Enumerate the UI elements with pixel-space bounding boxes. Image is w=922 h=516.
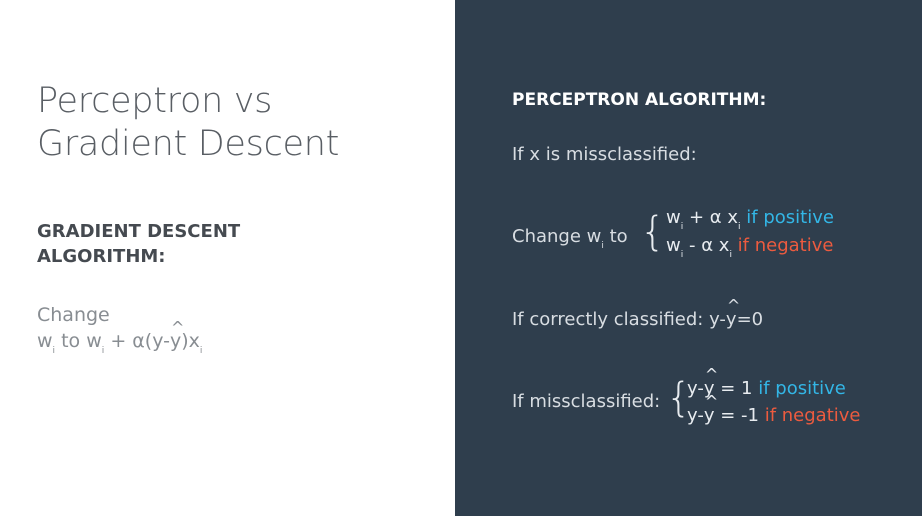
- right-panel: [455, 0, 922, 516]
- case1-sub-i-2: i: [738, 222, 741, 232]
- gd-sub-i-3: i: [199, 346, 203, 356]
- case2-condition: if negative: [731, 235, 834, 256]
- correct-label: If correctly classified: y-: [512, 309, 726, 330]
- title-line-1: Perceptron vs: [37, 81, 273, 121]
- gd-w2: w: [86, 330, 102, 352]
- case1-sub-i: i: [680, 222, 684, 232]
- case2-mid: - α x: [683, 235, 730, 256]
- gradient-descent-heading: GRADIENT DESCENT ALGORITHM:: [37, 219, 240, 269]
- correct-rest: =0: [736, 309, 764, 330]
- slide-title: Perceptron vs Gradient Descent: [37, 80, 339, 166]
- miss2-pre: y-: [687, 405, 704, 426]
- miss2-yhat: y: [704, 392, 718, 426]
- miss1-condition: if positive: [752, 378, 846, 399]
- correctly-classified-rule: If correctly classified: y-y=0: [512, 296, 764, 330]
- change-label: Change wi to: [512, 226, 628, 251]
- miss1-pre: y-: [687, 378, 704, 399]
- left-brace-icon: {: [640, 209, 666, 255]
- left-panel: Perceptron vs Gradient Descent GRADIENT …: [0, 0, 455, 516]
- miss1-val: = 1: [714, 378, 753, 399]
- gd-heading-line-2: ALGORITHM:: [37, 246, 166, 267]
- correct-yhat: y: [726, 296, 740, 330]
- gradient-descent-rule: Change wi to wi + α(y-y)xi: [37, 302, 202, 358]
- case1-mid: + α x: [683, 207, 739, 228]
- perceptron-case-positive: wi + α xi if positive: [666, 207, 834, 232]
- case2-w: w: [666, 235, 681, 256]
- miss2-condition: if negative: [758, 405, 861, 426]
- change-to: to: [603, 226, 628, 247]
- case1-w: w: [666, 207, 681, 228]
- missclassified-case-negative: y-y = -1 if negative: [687, 392, 861, 426]
- gd-rest-1: + α(y-: [104, 330, 170, 352]
- missclassified-label: If missclassified:: [512, 391, 661, 412]
- missclassified-intro: If x is missclassified:: [512, 144, 697, 165]
- title-line-2: Gradient Descent: [37, 124, 340, 164]
- gd-update-formula: wi to wi + α(y-y)xi: [37, 315, 203, 358]
- gd-sub-i-1: i: [52, 346, 56, 356]
- change-sub-i: i: [601, 241, 604, 251]
- gd-to: to: [55, 330, 87, 352]
- gd-w1: w: [37, 330, 53, 352]
- case2-sub-i-2: i: [729, 250, 732, 260]
- case1-condition: if positive: [740, 207, 834, 228]
- case2-sub-i: i: [680, 250, 684, 260]
- gd-yhat: y: [170, 315, 185, 354]
- miss2-val: = -1: [714, 405, 759, 426]
- change-text: Change w: [512, 226, 602, 247]
- gd-sub-i-2: i: [101, 346, 105, 356]
- gd-heading-line-1: GRADIENT DESCENT: [37, 221, 241, 242]
- perceptron-heading: PERCEPTRON ALGORITHM:: [512, 90, 767, 110]
- perceptron-case-negative: wi - α xi if negative: [666, 235, 834, 260]
